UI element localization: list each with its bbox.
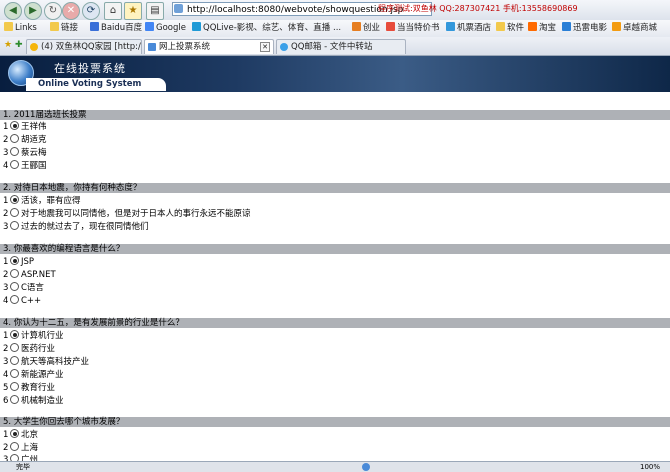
option-row: 1 JSP xyxy=(3,256,35,267)
security-icon xyxy=(362,463,370,471)
links-item-baidu[interactable]: Baidu百度 xyxy=(90,22,142,34)
option-radio[interactable] xyxy=(10,160,19,169)
google-icon xyxy=(145,22,154,31)
tab-qq-mail[interactable]: QQ邮箱 - 文件中转站 xyxy=(276,39,406,54)
option-radio[interactable] xyxy=(10,121,19,130)
page-icon xyxy=(148,43,156,51)
links-item-jipiao[interactable]: 机票酒店 xyxy=(446,22,491,34)
option-row: 4 新能源产业 xyxy=(3,369,64,380)
folder-icon xyxy=(496,22,505,31)
links-item-ruanjian[interactable]: 软件 xyxy=(496,22,524,34)
tabs-bar: ★ ✚ (4) 双鱼林QQ家园 [http://28... 网上投票系统 ✕ Q… xyxy=(0,37,670,56)
option-radio[interactable] xyxy=(10,395,19,404)
option-radio[interactable] xyxy=(10,221,19,230)
xunlei-icon xyxy=(562,22,571,31)
favorites-icon[interactable]: ★ xyxy=(124,2,142,20)
history-icon[interactable]: ▤ xyxy=(146,2,164,20)
option-row: 1 活该，罪有应得 xyxy=(3,195,81,206)
option-row: 3 航天等高科技产业 xyxy=(3,356,90,367)
option-row: 2 胡适克 xyxy=(3,134,47,145)
baidu-icon xyxy=(90,22,99,31)
home-icon[interactable]: ⌂ xyxy=(104,2,122,20)
tab-qq-home[interactable]: (4) 双鱼林QQ家园 [http://28... xyxy=(26,39,142,54)
links-item-links[interactable]: Links xyxy=(4,22,37,34)
option-radio[interactable] xyxy=(10,147,19,156)
site-icon xyxy=(446,22,455,31)
question-title: 1. 2011届选班长投票 xyxy=(0,110,670,120)
folder-icon xyxy=(4,22,13,31)
links-bar: Links 链接 Baidu百度 Google QQLive-影视、综艺、体育、… xyxy=(0,20,670,38)
question-title: 2. 对待日本地震，你持有何种态度？ xyxy=(0,183,670,193)
taobao-icon xyxy=(528,22,537,31)
site-icon xyxy=(352,22,361,31)
option-radio[interactable] xyxy=(10,442,19,451)
tab-voting-system[interactable]: 网上投票系统 ✕ xyxy=(144,39,274,54)
question-title: 4. 你认为十二五，是有发展前景的行业是什么？ xyxy=(0,318,670,328)
option-row: 6 机械制造业 xyxy=(3,395,64,406)
option-row: 4 王郦国 xyxy=(3,160,47,171)
option-radio[interactable] xyxy=(10,343,19,352)
option-row: 3 蔡云梅 xyxy=(3,147,47,158)
option-radio[interactable] xyxy=(10,382,19,391)
site-title: 在线投票系统 xyxy=(54,62,126,75)
option-row: 3 过去的就过去了，现在很同情他们 xyxy=(3,221,149,232)
address-url: http://localhost:8080/webvote/showquesti… xyxy=(187,5,404,15)
option-radio[interactable] xyxy=(10,330,19,339)
question-title: 3. 你最喜欢的编程语言是什么？ xyxy=(0,244,670,254)
option-radio[interactable] xyxy=(10,134,19,143)
option-radio[interactable] xyxy=(10,269,19,278)
option-row: 2 对于地震我可以同情他，但是对于日本人的事行永远不能原谅 xyxy=(3,208,251,219)
qqlive-icon xyxy=(192,22,201,31)
page-icon xyxy=(174,4,183,13)
option-radio[interactable] xyxy=(10,369,19,378)
back-icon[interactable]: ◀ xyxy=(4,2,22,20)
option-row: 1 计算机行业 xyxy=(3,330,64,341)
browser-toolbar: ◀ ▶ ↻ ✕ ⟳ ⌂ ★ ▤ http://localhost:8080/we… xyxy=(0,0,670,21)
links-item-chuangye[interactable]: 创业 xyxy=(352,22,380,34)
option-radio[interactable] xyxy=(10,208,19,217)
option-radio[interactable] xyxy=(10,356,19,365)
option-row: 2 ASP.NET xyxy=(3,269,56,280)
option-row: 2 上海 xyxy=(3,442,39,453)
links-item-lianjie[interactable]: 链接 xyxy=(50,22,78,34)
forward-icon[interactable]: ▶ xyxy=(24,2,42,20)
links-item-dangdang[interactable]: 当当特价书 xyxy=(386,22,440,34)
links-item-xunlei[interactable]: 迅雷电影 xyxy=(562,22,607,34)
site-subtitle: Online Voting System xyxy=(26,78,166,91)
option-row: 2 医药行业 xyxy=(3,343,56,354)
site-icon xyxy=(386,22,395,31)
option-radio[interactable] xyxy=(10,429,19,438)
option-row: 4 C++ xyxy=(3,295,42,306)
option-row: 1 王祥伟 xyxy=(3,121,47,132)
option-row: 3 C语言 xyxy=(3,282,44,293)
option-radio[interactable] xyxy=(10,282,19,291)
option-radio[interactable] xyxy=(10,195,19,204)
links-item-google[interactable]: Google xyxy=(145,22,186,34)
folder-icon xyxy=(50,22,59,31)
links-item-qqlive[interactable]: QQLive-影视、综艺、体育、直播 ... xyxy=(192,22,342,34)
option-row: 5 教育行业 xyxy=(3,382,56,393)
links-item-taobao[interactable]: 淘宝 xyxy=(528,22,556,34)
links-item-joyo[interactable]: 卓越商城 xyxy=(612,22,657,34)
option-radio[interactable] xyxy=(10,295,19,304)
qq-icon xyxy=(30,43,38,51)
refresh-icon[interactable]: ↻ xyxy=(44,2,62,20)
qq-mail-icon xyxy=(280,43,288,51)
option-radio[interactable] xyxy=(10,256,19,265)
add-favorite-icon[interactable]: ✚ xyxy=(15,40,23,50)
question-title: 5. 大学生你回去哪个城市发展？ xyxy=(0,417,670,427)
site-icon xyxy=(612,22,621,31)
close-tab-icon[interactable]: ✕ xyxy=(260,42,270,52)
refresh-page-icon[interactable]: ⟳ xyxy=(82,2,100,20)
option-row: 1 北京 xyxy=(3,429,39,440)
stop-icon[interactable]: ✕ xyxy=(62,2,80,20)
favorites-center-icon[interactable]: ★ xyxy=(4,40,12,50)
status-bar: 完毕 100% xyxy=(0,461,670,472)
developer-info: 程序测试:双鱼林 QQ:287307421 手机:13558690869 xyxy=(378,4,578,13)
